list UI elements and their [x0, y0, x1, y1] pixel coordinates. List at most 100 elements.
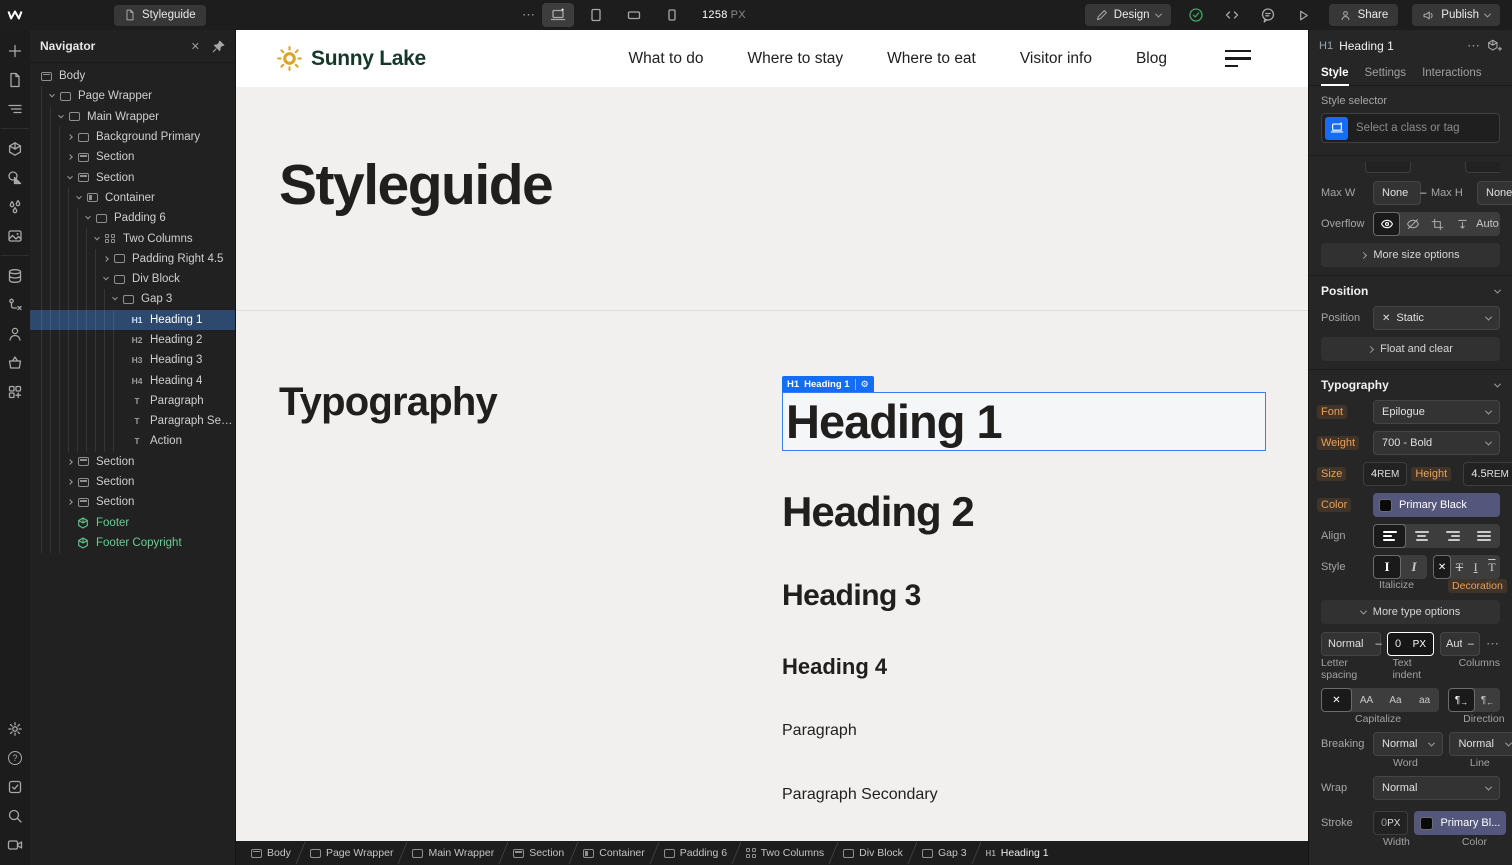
pages-rail-icon[interactable] [1, 65, 29, 94]
text-indent-input[interactable]: 0 PX [1387, 632, 1434, 656]
align-right-icon[interactable] [1438, 524, 1469, 548]
letter-spacing-select[interactable]: Normal – [1321, 632, 1382, 656]
breadcrumb-section[interactable]: Section [504, 841, 573, 865]
share-button[interactable]: Share [1328, 4, 1399, 26]
page-selector-button[interactable]: Styleguide [114, 4, 206, 26]
font-color-button[interactable]: Primary Black [1373, 493, 1500, 517]
canvas-heading-2[interactable]: Heading 2 [782, 488, 975, 536]
breadcrumb-main-wrapper[interactable]: Main Wrapper [403, 841, 503, 865]
float-and-clear-button[interactable]: Float and clear [1321, 337, 1500, 361]
logic-rail-icon[interactable] [1, 290, 29, 319]
breadcrumb-padding-6[interactable]: Padding 6 [655, 841, 736, 865]
word-breaking-select[interactable]: Normal [1373, 732, 1444, 756]
site-nav-link-visitor-info[interactable]: Visitor info [1020, 50, 1092, 68]
navigator-item-body[interactable]: Body [30, 66, 235, 86]
canvas-heading-3[interactable]: Heading 3 [782, 579, 921, 613]
navigator-item-container[interactable]: Container [30, 187, 235, 209]
site-nav-link-where-to-eat[interactable]: Where to eat [887, 50, 976, 68]
line-breaking-select[interactable]: Normal [1449, 732, 1512, 756]
panel-more-icon[interactable]: ⋯ [1467, 38, 1481, 54]
font-size-input[interactable]: 4 REM [1363, 462, 1408, 486]
element-settings-gear-icon[interactable]: ⚙ [854, 378, 869, 390]
settings-rail-icon[interactable] [1, 714, 29, 743]
navigator-item-paragraph[interactable]: T Paragraph [30, 390, 235, 412]
overflow-visible-eye-icon[interactable] [1373, 212, 1400, 236]
site-logo[interactable]: Sunny Lake [276, 45, 426, 72]
direction-rtl-icon[interactable]: ¶← [1475, 688, 1500, 712]
hamburger-menu-icon[interactable] [1225, 49, 1251, 68]
navigator-item-section[interactable]: Section [30, 451, 235, 472]
breadcrumb-two-columns[interactable]: Two Columns [737, 841, 833, 865]
decoration-overline-icon[interactable]: T [1484, 555, 1500, 579]
site-nav-link-what-to-do[interactable]: What to do [629, 50, 704, 68]
navigator-item-heading-4[interactable]: H4 Heading 4 [30, 370, 235, 391]
navigator-item-main-wrapper[interactable]: Main Wrapper [30, 106, 235, 127]
breadcrumb-body[interactable]: Body [242, 841, 300, 865]
font-label[interactable]: Font [1317, 405, 1348, 419]
publish-button[interactable]: Publish [1412, 4, 1500, 26]
breadcrumb-heading-1[interactable]: H1 Heading 1 [977, 841, 1058, 865]
selected-heading-1[interactable]: Heading 1 [782, 392, 1266, 451]
columns-more-icon[interactable]: ⋯ [1486, 636, 1500, 652]
align-justify-icon[interactable] [1469, 524, 1500, 548]
canvas-page-title[interactable]: Styleguide [279, 152, 554, 218]
position-section-title[interactable]: Position [1321, 284, 1368, 298]
breakpoint-desktop-button[interactable] [542, 3, 574, 27]
align-left-icon[interactable] [1373, 524, 1407, 548]
columns-select[interactable]: Auto– [1440, 632, 1480, 656]
add-rail-icon[interactable] [1, 36, 29, 65]
more-size-options-button[interactable]: More size options [1321, 243, 1500, 267]
canvas-section-title[interactable]: Typography [279, 380, 498, 425]
max-h-select[interactable]: None– [1477, 181, 1512, 205]
width-input-clipped[interactable] [1365, 162, 1411, 173]
font-select[interactable]: Epilogue [1373, 400, 1500, 424]
wrap-select[interactable]: Normal [1373, 776, 1500, 800]
site-nav-link-blog[interactable]: Blog [1136, 50, 1167, 68]
decoration-sublabel[interactable]: Decoration [1448, 579, 1507, 593]
styles-rail-icon[interactable] [1, 163, 29, 192]
ecommerce-rail-icon[interactable] [1, 348, 29, 377]
more-type-options-button[interactable]: More type options [1321, 600, 1500, 624]
decoration-none-icon[interactable]: ✕ [1433, 555, 1452, 579]
stroke-width-input[interactable]: 0 PX [1373, 811, 1409, 835]
collapse-all-icon[interactable]: ✕ [191, 40, 200, 53]
breadcrumb-div-block[interactable]: Div Block [834, 841, 912, 865]
navigator-item-paragraph-second-[interactable]: TParagraph Second... [30, 411, 235, 432]
navigator-item-heading-1[interactable]: H1 Heading 1 [30, 309, 235, 330]
navigator-item-section[interactable]: Section [30, 471, 235, 493]
custom-code-icon[interactable] [1221, 4, 1243, 26]
search-rail-icon[interactable] [1, 801, 29, 830]
height-label[interactable]: Height [1411, 467, 1452, 481]
audit-rail-icon[interactable] [1, 772, 29, 801]
preview-icon[interactable] [1293, 4, 1315, 26]
tab-settings[interactable]: Settings [1365, 61, 1407, 85]
align-center-icon[interactable] [1406, 524, 1437, 548]
breakpoint-phone-button[interactable] [656, 3, 688, 27]
overflow-auto-option[interactable]: Auto [1475, 212, 1500, 236]
canvas-paragraph[interactable]: Paragraph [782, 722, 857, 740]
max-w-select[interactable]: None – [1373, 181, 1426, 205]
tab-interactions[interactable]: Interactions [1422, 61, 1481, 85]
overflow-clip-icon[interactable] [1425, 212, 1450, 236]
navigator-item-two-columns[interactable]: Two Columns [30, 228, 235, 249]
navigator-item-gap-3[interactable]: Gap 3 [30, 289, 235, 310]
selected-element-badge[interactable]: H1 Heading 1 ⚙ [782, 376, 874, 392]
capitalize-lowercase-option[interactable]: aa [1410, 688, 1439, 712]
navigator-item-heading-3[interactable]: H3 Heading 3 [30, 350, 235, 371]
navigator-item-padding-right-4-5[interactable]: Padding Right 4.5 [30, 248, 235, 269]
navigator-item-background-primary[interactable]: Background Primary [30, 126, 235, 148]
canvas-width-value[interactable]: 1258 [702, 9, 728, 21]
height-input-clipped[interactable] [1465, 162, 1500, 173]
breadcrumb-gap-3[interactable]: Gap 3 [913, 841, 976, 865]
size-label[interactable]: Size [1317, 467, 1347, 481]
typography-section-title[interactable]: Typography [1321, 378, 1389, 392]
create-component-icon[interactable] [1487, 38, 1502, 53]
navigator-rail-icon[interactable] [1, 94, 29, 123]
breakpoint-tablet-button[interactable] [580, 3, 612, 27]
canvas-heading-4[interactable]: Heading 4 [782, 654, 887, 680]
video-rail-icon[interactable] [1, 830, 29, 859]
navigator-item-heading-2[interactable]: H2 Heading 2 [30, 329, 235, 351]
navigator-item-action[interactable]: T Action [30, 431, 235, 452]
navigator-item-section[interactable]: Section [30, 492, 235, 513]
typography-collapse-icon[interactable] [1493, 380, 1502, 388]
